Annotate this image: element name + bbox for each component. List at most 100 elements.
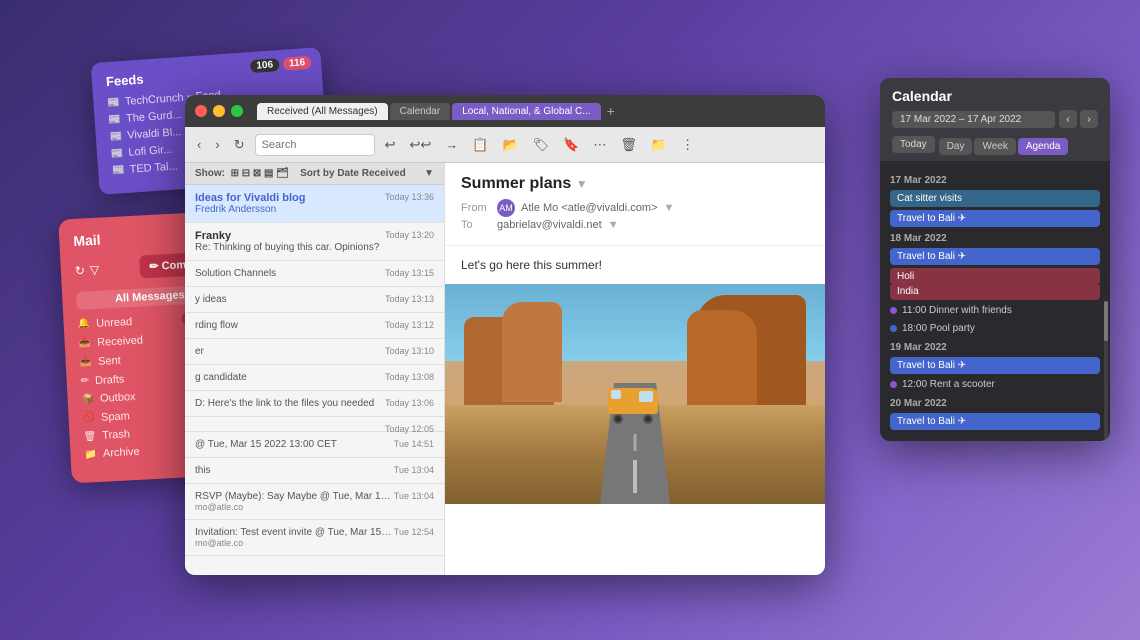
sort-toggle[interactable]: ▼ [424, 168, 434, 179]
event-label: 18:00 Pool party [902, 323, 975, 334]
tab-news[interactable]: Local, National, & Global C... [452, 103, 600, 120]
list-item[interactable]: Today 13:08 g candidate [185, 365, 444, 391]
email-time: Today 13:06 [385, 398, 434, 408]
tab-received[interactable]: Received (All Messages) [257, 103, 388, 120]
email-time: Tue 13:04 [394, 491, 434, 501]
calendar-tab-day[interactable]: Day [939, 138, 973, 155]
email-greeting: Let's go here this summer! [461, 258, 602, 272]
expand-icon[interactable]: ▼ [664, 202, 675, 214]
calendar-tab-agenda[interactable]: Agenda [1018, 138, 1068, 155]
show-icons[interactable]: ⊞ ⊟ ⊠ ▤ 🗂 [231, 168, 289, 179]
expand-icon[interactable]: ▼ [608, 219, 619, 231]
rss-icon: 📰 [109, 131, 122, 143]
rss-icon: 📰 [112, 165, 125, 177]
list-item[interactable]: Tue 12:54 Invitation: Test event invite … [185, 520, 444, 556]
minimize-button[interactable] [213, 105, 225, 117]
mail-action-delete[interactable]: 🗑 [616, 135, 641, 155]
mail-action-5[interactable]: 📂 [498, 135, 522, 155]
calendar-event[interactable]: Travel to Bali ✈ [890, 248, 1100, 265]
sent-icon: 📤 [79, 356, 92, 368]
recipient-email: gabrielav@vivaldi.net [497, 219, 602, 231]
mail-action-2[interactable]: ↩↩ [406, 135, 436, 155]
mail-action-3[interactable]: → [441, 135, 462, 154]
mail-action-4[interactable]: 📋 [468, 135, 492, 155]
list-item[interactable]: Today 13:13 y ideas [185, 287, 444, 313]
mail-action-more[interactable]: ⋮ [677, 135, 698, 155]
calendar-tab-week[interactable]: Week [974, 138, 1015, 155]
email-list: Show: ⊞ ⊟ ⊠ ▤ 🗂 Sort by Date Received ▼ … [185, 163, 445, 575]
email-subject: Re: Thinking of buying this car. Opinion… [195, 242, 434, 253]
scrollbar-thumb[interactable] [1104, 301, 1108, 341]
email-subject: Invitation: Test event invite @ Tue, Mar… [195, 527, 394, 538]
dropdown-icon[interactable]: ▼ [576, 177, 588, 191]
calendar-day-header: 17 Mar 2022 [890, 175, 1100, 186]
calendar-event[interactable]: Holi [890, 268, 1100, 285]
tab-calendar[interactable]: Calendar [390, 103, 451, 120]
list-item[interactable]: Today 12:05 [185, 417, 444, 432]
feeds-item-label: Vivaldi Bl... [127, 126, 182, 142]
list-item[interactable]: Tue 14:51 @ Tue, Mar 15 2022 13:00 CET [185, 432, 444, 458]
email-tabs: Received (All Messages) Calendar Local, … [257, 103, 615, 120]
email-subject: g candidate [195, 372, 385, 383]
email-content-header: Summer plans ▼ From AM Atle Mo <atle@viv… [445, 163, 825, 246]
event-label: 11:00 Dinner with friends [902, 305, 1012, 316]
forward-button[interactable]: › [211, 135, 223, 154]
calendar-today-button[interactable]: Today [892, 136, 935, 153]
to-label: To [461, 219, 491, 231]
calendar-event[interactable]: Travel to Bali ✈ [890, 357, 1100, 374]
email-subject-title: Summer plans ▼ [461, 175, 809, 193]
calendar-panel: Calendar 17 Mar 2022 – 17 Apr 2022 ‹ › T… [880, 78, 1110, 441]
list-item[interactable]: Today 13:10 er [185, 339, 444, 365]
calendar-event[interactable]: Cat sitter visits [890, 190, 1100, 207]
calendar-event[interactable]: Travel to Bali ✈ [890, 413, 1100, 430]
email-time: Today 13:15 [385, 268, 434, 278]
feeds-item-label: TED Tal... [129, 160, 178, 175]
calendar-event[interactable]: Travel to Bali ✈ [890, 210, 1100, 227]
calendar-prev-button[interactable]: ‹ [1059, 110, 1077, 128]
email-subsender: mo@atle.co [195, 502, 434, 512]
calendar-next-button[interactable]: › [1080, 110, 1098, 128]
maximize-button[interactable] [231, 105, 243, 117]
email-subject: RSVP (Maybe): Say Maybe @ Tue, Mar 15 20… [195, 491, 394, 502]
mail-action-6[interactable]: 🏷 [529, 135, 554, 155]
drafts-icon: ✏ [80, 375, 89, 386]
dot-icon [890, 307, 897, 314]
mail-action-archive[interactable]: 📁 [647, 135, 671, 155]
list-item[interactable]: Today 13:36 Ideas for Vivaldi blog Fredr… [185, 185, 444, 223]
new-tab-button[interactable]: + [607, 103, 615, 119]
feeds-item-label: Lofi Gir... [128, 144, 173, 159]
close-button[interactable] [195, 105, 207, 117]
list-item[interactable]: Today 13:20 Franky Re: Thinking of buyin… [185, 223, 444, 261]
dot-icon [890, 381, 897, 388]
email-time: Today 12:05 [385, 424, 434, 434]
mail-action-8[interactable]: ⋯ [589, 135, 610, 155]
sort-label: Sort by Date Received [300, 168, 406, 179]
list-item[interactable]: Tue 13:04 this [185, 458, 444, 484]
calendar-event-dot[interactable]: 18:00 Pool party [890, 321, 1100, 336]
calendar-event-sub[interactable]: India [890, 285, 1100, 300]
list-item[interactable]: Tue 13:04 RSVP (Maybe): Say Maybe @ Tue,… [185, 484, 444, 520]
calendar-event-dot[interactable]: 11:00 Dinner with friends [890, 303, 1100, 318]
email-subject: @ Tue, Mar 15 2022 13:00 CET [195, 439, 394, 450]
email-subject: y ideas [195, 294, 385, 305]
van [608, 388, 658, 420]
email-time: Today 13:13 [385, 294, 434, 304]
calendar-event-rent-scooter[interactable]: 12:00 Rent a scooter [890, 377, 1100, 392]
back-button[interactable]: ‹ [193, 135, 205, 154]
scrollbar-track [1104, 301, 1108, 441]
van-window [639, 391, 653, 402]
search-input[interactable] [255, 134, 375, 156]
mail-action-7[interactable]: 🔖 [559, 135, 583, 155]
email-subject: this [195, 465, 394, 476]
email-time: Tue 13:04 [394, 465, 434, 475]
filter-icon[interactable]: ▽ [90, 262, 100, 276]
trash-icon: 🗑 [83, 431, 96, 443]
calendar-body: 17 Mar 2022 Cat sitter visits Travel to … [880, 161, 1110, 441]
list-item[interactable]: Today 13:12 rding flow [185, 313, 444, 339]
mail-action-1[interactable]: ↩ [381, 135, 400, 155]
refresh-button[interactable]: ↻ [230, 135, 249, 155]
list-item[interactable]: Today 13:15 Solution Channels [185, 261, 444, 287]
refresh-icon[interactable]: ↻ [75, 263, 86, 278]
rock-left2 [502, 302, 562, 402]
list-item[interactable]: Today 13:06 D: Here's the link to the fi… [185, 391, 444, 417]
